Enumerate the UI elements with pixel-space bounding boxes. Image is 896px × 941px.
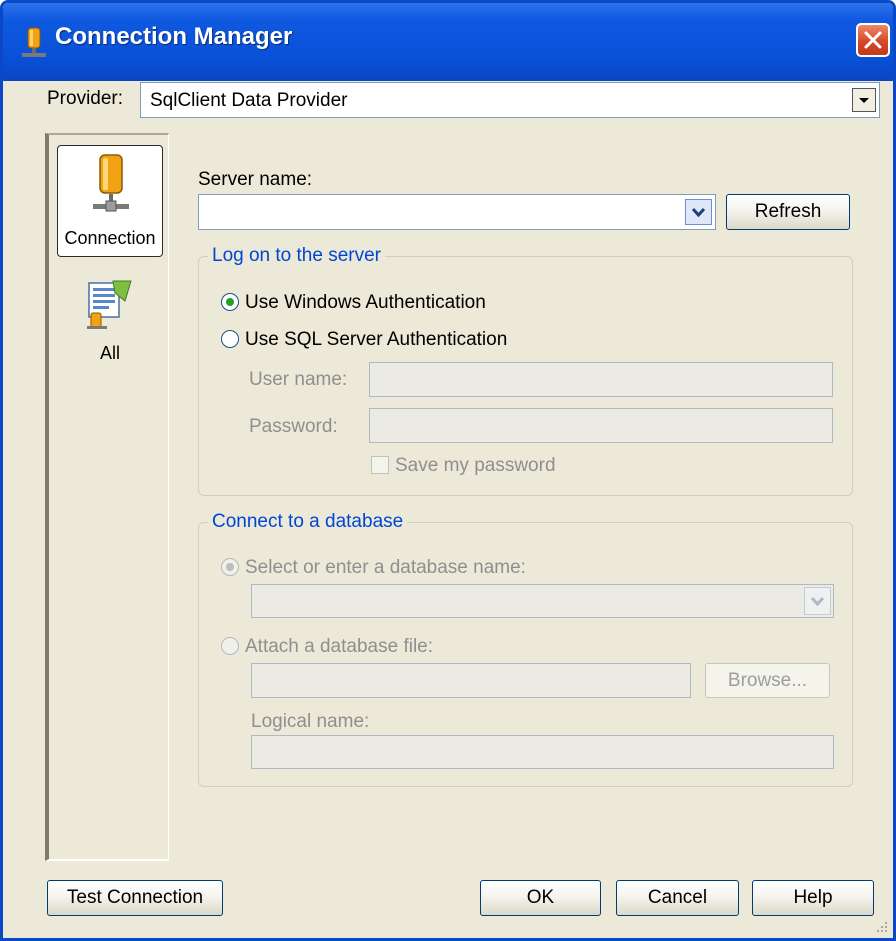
ok-button[interactable]: OK (480, 880, 601, 916)
windows-auth-radio[interactable] (221, 293, 239, 311)
nav-item-label: Connection (64, 228, 156, 248)
select-database-radio[interactable] (221, 558, 239, 576)
connection-icon (22, 27, 46, 57)
server-name-combobox[interactable] (198, 194, 716, 230)
select-database-label[interactable]: Select or enter a database name: (245, 557, 526, 579)
provider-dropdown-button[interactable] (852, 88, 876, 112)
test-connection-button[interactable]: Test Connection (47, 880, 223, 916)
database-file-input[interactable] (251, 663, 691, 698)
attach-database-label[interactable]: Attach a database file: (245, 636, 433, 658)
database-name-dropdown-button[interactable] (804, 587, 831, 615)
server-name-label: Server name: (198, 169, 313, 190)
nav-item-connection[interactable]: Connection (57, 145, 163, 257)
server-name-dropdown-button[interactable] (685, 199, 712, 225)
chevron-down-icon (859, 98, 869, 103)
nav-item-label: All (99, 343, 120, 363)
resize-grip-icon[interactable] (875, 920, 889, 934)
database-group-title: Connect to a database (208, 511, 408, 533)
radio-selected-dot (226, 298, 234, 306)
logical-name-input[interactable] (251, 735, 834, 769)
username-input[interactable] (369, 362, 833, 397)
database-name-combobox[interactable] (251, 584, 834, 618)
refresh-button[interactable]: Refresh (726, 194, 850, 230)
help-button[interactable]: Help (752, 880, 874, 916)
radio-selected-dot (226, 563, 234, 571)
chevron-down-icon (691, 207, 706, 218)
window-title: Connection Manager (55, 23, 293, 50)
password-label: Password: (249, 416, 338, 437)
browse-button[interactable]: Browse... (705, 663, 830, 698)
nav-item-all[interactable]: All (57, 275, 163, 371)
logon-group-title: Log on to the server (208, 245, 385, 267)
properties-sheet-icon (87, 280, 132, 329)
page-navigation: Connection All (45, 133, 169, 861)
title-bar[interactable]: Connection Manager (3, 3, 893, 81)
windows-auth-label[interactable]: Use Windows Authentication (245, 292, 486, 314)
sql-auth-radio[interactable] (221, 330, 239, 348)
chevron-down-icon (810, 596, 825, 607)
save-password-checkbox[interactable] (371, 456, 389, 474)
provider-select[interactable]: SqlClient Data Provider (140, 82, 880, 118)
connection-manager-window: Connection Manager Provider: SqlClient D… (0, 0, 896, 941)
save-password-label[interactable]: Save my password (395, 455, 556, 477)
provider-label: Provider: (47, 88, 124, 109)
provider-value: SqlClient Data Provider (150, 90, 348, 111)
sql-auth-label[interactable]: Use SQL Server Authentication (245, 329, 507, 351)
password-input[interactable] (369, 408, 833, 443)
logical-name-label: Logical name: (251, 711, 370, 732)
close-button[interactable] (856, 23, 890, 57)
username-label: User name: (249, 369, 348, 390)
database-server-icon (93, 154, 129, 212)
attach-database-radio[interactable] (221, 637, 239, 655)
cancel-button[interactable]: Cancel (616, 880, 739, 916)
close-icon (864, 31, 882, 49)
